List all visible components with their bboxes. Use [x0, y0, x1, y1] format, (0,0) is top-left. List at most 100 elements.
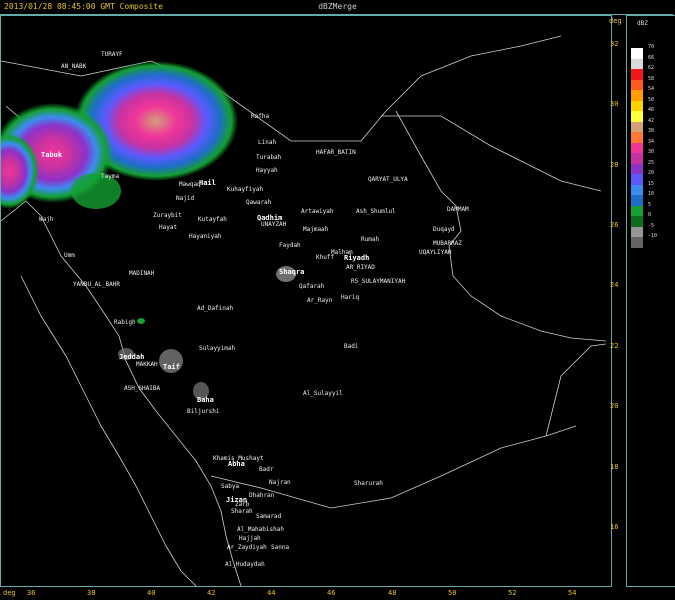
place-label: Qafarah: [299, 283, 325, 290]
place-label: RS_SULAYMANIYAH: [351, 278, 406, 285]
place-label: Sanna: [271, 544, 290, 551]
place-label: UQAYLIYAH: [419, 249, 452, 256]
place-label: Wajh: [39, 216, 54, 223]
lon-tick: 50: [448, 589, 457, 597]
legend-swatch: [631, 174, 643, 185]
legend-value: 42: [648, 117, 655, 124]
place-label: Zuraybit: [153, 212, 182, 219]
place-label: Hail: [199, 179, 216, 187]
lon-tick: 46: [327, 589, 336, 597]
title-bar: dBZMerge 2013/01/28 08:45:00 GMT Composi…: [0, 0, 673, 15]
place-label: Badi: [344, 343, 359, 350]
place-label: AR_RIYAD: [346, 264, 375, 271]
legend-value: 15: [648, 180, 655, 187]
place-label: Najid: [176, 195, 195, 202]
legend-swatch: [631, 132, 643, 143]
place-label: Faydah: [279, 242, 301, 249]
place-label: Al_Hudaydah: [225, 561, 265, 568]
place-label: MAKKAH: [136, 361, 158, 368]
place-label: Sulayyimah: [199, 345, 236, 352]
legend-swatch: [631, 48, 643, 59]
lat-tick: 24: [610, 281, 619, 289]
longitude-axis: deg 36 38 40 42 44 46 48 50 52 54: [0, 586, 610, 600]
legend-value: 66: [648, 54, 655, 61]
radar-map[interactable]: TURAYF AN_NABK Rafha Linah HAFAR_BATIN Q…: [0, 15, 612, 587]
place-label: Kuhayfiyah: [227, 186, 264, 193]
lon-tick: 48: [388, 589, 397, 597]
timestamp-label: 2013/01/28 08:45:00 GMT Composite: [4, 2, 163, 11]
place-label: Jeddah: [119, 353, 145, 361]
lat-tick: 16: [610, 523, 619, 531]
place-label: Shaqra: [279, 268, 305, 276]
legend-swatch: [631, 121, 643, 133]
legend-value: 70: [648, 44, 655, 50]
place-label: Umm: [64, 252, 75, 259]
place-label: MUBARRAZ: [433, 240, 462, 247]
legend-value: 46: [648, 107, 655, 113]
legend-swatch: [631, 79, 643, 91]
legend-value: -10: [648, 233, 658, 239]
lat-unit: deg: [609, 17, 622, 25]
place-label: Tabuk: [41, 151, 63, 159]
legend-swatch: [631, 226, 643, 238]
legend-swatch: [631, 163, 643, 175]
place-label: YANBU_AL_BAHR: [73, 281, 120, 288]
map-canvas: [1, 35, 607, 586]
place-label: AN_NABK: [61, 63, 87, 70]
lat-tick: 20: [610, 402, 619, 410]
legend-swatch: [631, 142, 643, 154]
legend-value: 58: [648, 75, 655, 82]
place-label: Sharurah: [354, 480, 383, 487]
place-label: Baha: [197, 396, 214, 404]
place-label: Hajjah: [239, 535, 261, 542]
place-label: MADINAH: [129, 270, 155, 277]
place-label: Hayat: [159, 224, 178, 231]
place-label: HAFAR_BATIN: [316, 149, 356, 156]
red-sea-west-coast: [20, 275, 197, 586]
legend-value: 20: [648, 170, 655, 176]
lon-tick: 40: [147, 589, 156, 597]
legend-value: 62: [648, 65, 655, 71]
legend-value: 50: [648, 96, 655, 103]
legend-value: 54: [648, 86, 655, 92]
lon-tick: 42: [207, 589, 216, 597]
legend-swatch: [631, 184, 643, 196]
place-label: Sabya: [221, 483, 240, 490]
place-label: Majmaah: [303, 226, 329, 233]
legend-swatch: [631, 111, 643, 122]
place-label: Rumah: [361, 236, 380, 243]
place-label: Zarb: [235, 501, 250, 508]
legend-value: 0: [648, 212, 652, 218]
place-label: Biljurshi: [187, 408, 220, 415]
place-label: Duqayd: [433, 226, 455, 233]
lat-tick: 22: [610, 342, 619, 350]
legend-value: 30: [648, 149, 655, 155]
place-label: Dhahran: [249, 492, 275, 499]
place-label: QARYAT_ULYA: [368, 176, 408, 183]
place-label: Turabah: [256, 154, 282, 161]
echo-rabigh-green: [137, 318, 145, 324]
place-label: Hayaniyah: [189, 233, 222, 240]
legend-swatch: [631, 58, 643, 70]
place-label: TURAYF: [101, 51, 123, 58]
place-label: Abha: [228, 460, 245, 468]
place-label: Qawarah: [246, 199, 272, 206]
lon-tick: 36: [27, 589, 36, 597]
oman-border: [545, 343, 607, 437]
lat-tick: 18: [610, 463, 619, 471]
place-label: Najran: [269, 479, 291, 486]
place-label: Sharah: [231, 508, 253, 515]
legend-value: 10: [648, 191, 655, 197]
gulf-north-shore: [381, 115, 602, 192]
legend-value: 5: [648, 201, 652, 208]
lat-tick: 26: [610, 221, 619, 229]
place-label: Taif: [163, 363, 180, 371]
gulf-coast: [395, 110, 607, 342]
legend-swatch: [631, 100, 643, 112]
place-label: Riyadh: [344, 254, 370, 262]
lon-unit: deg: [3, 589, 16, 597]
lat-tick: 32: [610, 40, 619, 48]
latitude-axis: deg 32 30 28 26 24 22 20 18 16: [609, 15, 626, 585]
lat-tick: 30: [610, 100, 619, 108]
place-label: Hariq: [341, 294, 360, 301]
